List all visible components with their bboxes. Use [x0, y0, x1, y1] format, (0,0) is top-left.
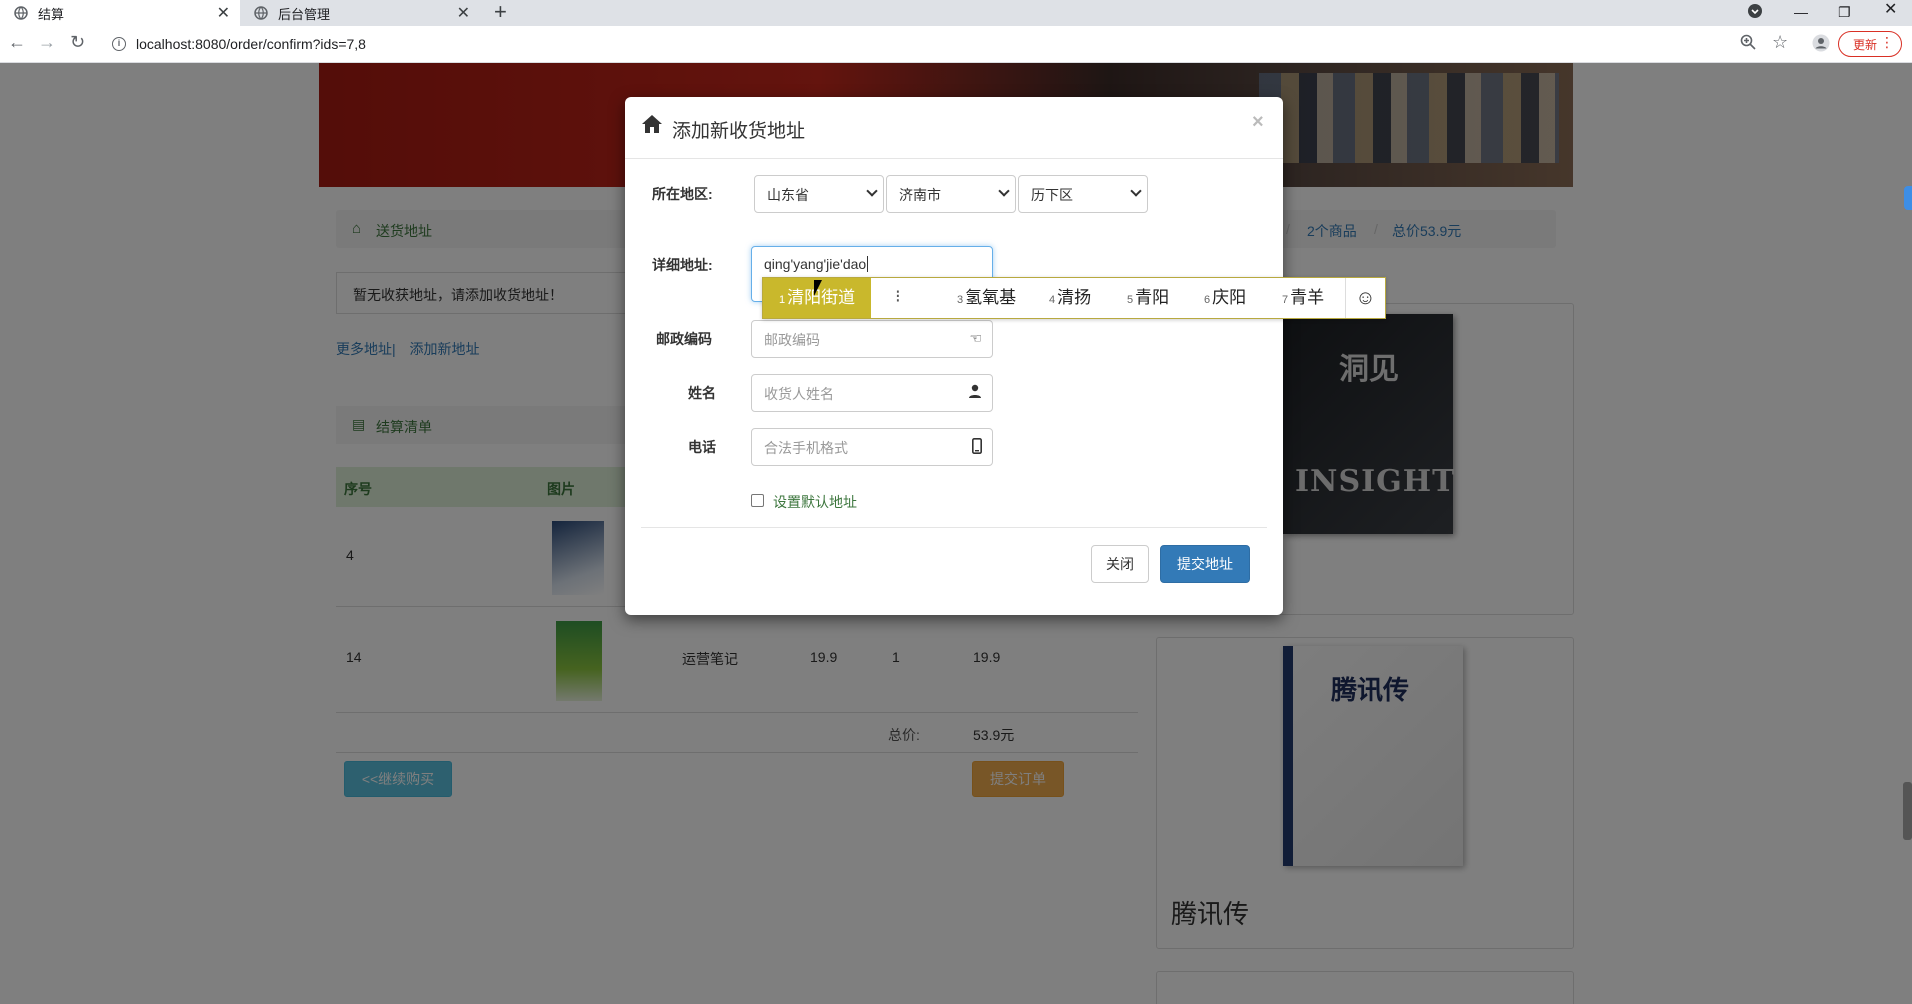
name-input[interactable]: 收货人姓名 [751, 374, 993, 412]
loading-spinner-icon: ⁝ [895, 286, 901, 306]
zip-input[interactable]: 邮政编码 ☜ [751, 320, 993, 358]
candidate-index: 5 [1127, 294, 1134, 306]
ime-candidate-4[interactable]: 4 清扬 [1049, 278, 1091, 318]
window-close-icon[interactable]: ✕ [1884, 2, 1897, 28]
home-icon [641, 114, 663, 140]
update-button[interactable]: 更新 ⋮ [1838, 31, 1902, 57]
region-label: 所在地区: [652, 186, 713, 202]
ime-candidate-6[interactable]: 6 庆阳 [1204, 278, 1246, 318]
site-info-icon[interactable]: i [112, 37, 126, 51]
province-select[interactable]: 山东省 [754, 175, 884, 213]
back-icon[interactable]: ← [8, 32, 26, 53]
url-omnibox[interactable]: i localhost:8080/order/confirm?ids=7,8 [104, 29, 1764, 59]
address-bar: ← → ↻ i localhost:8080/order/confirm?ids… [0, 26, 1912, 63]
user-icon [968, 384, 982, 401]
candidate-index: 1 [779, 294, 786, 306]
candidate-text: 氢氧基 [965, 288, 1017, 307]
phone-placeholder: 合法手机格式 [764, 440, 848, 456]
phone-label: 电话 [688, 439, 716, 455]
default-address-label[interactable]: 设置默认地址 [773, 492, 857, 512]
modal-footer-divider [641, 527, 1267, 528]
detail-address-label: 详细地址: [652, 257, 713, 273]
tab-title: 结算 [38, 6, 65, 22]
ime-candidate-7[interactable]: 7 青羊 [1282, 278, 1324, 318]
text-caret [867, 256, 869, 272]
name-placeholder: 收货人姓名 [764, 386, 834, 402]
modal-header: 添加新收货地址 × [625, 97, 1283, 159]
globe-icon [14, 6, 28, 20]
modal-title: 添加新收货地址 [672, 121, 806, 142]
candidate-text: 青羊 [1290, 288, 1325, 307]
new-tab-icon[interactable]: + [494, 0, 507, 24]
scrollbar-thumb[interactable] [1903, 782, 1912, 840]
district-select[interactable]: 历下区 [1018, 175, 1148, 213]
mobile-phone-icon [972, 438, 982, 457]
bookmark-star-icon[interactable]: ☆ [1772, 32, 1788, 53]
tab-checkout[interactable]: 结算 ✕ [0, 0, 240, 26]
side-widget-tab[interactable] [1904, 186, 1912, 210]
tab-close-icon[interactable]: ✕ [217, 3, 230, 23]
emoji-icon[interactable]: ☺ [1345, 278, 1385, 318]
zip-label: 邮政编码 [656, 331, 712, 347]
zip-placeholder: 邮政编码 [764, 332, 820, 348]
district-value: 历下区 [1031, 187, 1073, 203]
city-value: 济南市 [899, 187, 941, 203]
province-value: 山东省 [767, 187, 809, 203]
candidate-index: 6 [1204, 294, 1211, 306]
city-select[interactable]: 济南市 [886, 175, 1016, 213]
tab-admin[interactable]: 后台管理 ✕ [240, 0, 480, 26]
detail-address-value: qing'yang'jie'dao [764, 256, 867, 272]
modal-close-icon[interactable]: × [1252, 111, 1264, 134]
close-button[interactable]: 关闭 [1091, 545, 1149, 583]
forward-icon[interactable]: → [38, 32, 56, 53]
add-address-modal: 添加新收货地址 × 所在地区: 山东省 济南市 历下区 详细地址: qing'y… [625, 97, 1283, 615]
ime-candidate-bar: 1 清阳街道 ⁝ 3 氢氧基 4 清扬 5 青阳 6 庆阳 7 青羊 ☺ [762, 277, 1386, 319]
profile-icon[interactable] [1812, 34, 1830, 57]
url-text: localhost:8080/order/confirm?ids=7,8 [136, 36, 366, 52]
submit-address-button[interactable]: 提交地址 [1160, 545, 1250, 583]
update-label: 更新 [1853, 37, 1878, 52]
candidate-text: 青阳 [1135, 288, 1170, 307]
hand-pointer-icon: ☜ [969, 330, 982, 346]
reload-icon[interactable]: ↻ [70, 32, 85, 53]
zoom-icon[interactable] [1740, 34, 1756, 55]
candidate-index: 4 [1049, 294, 1056, 306]
name-label: 姓名 [688, 385, 716, 401]
default-address-checkbox[interactable] [751, 494, 764, 507]
tab-title: 后台管理 [278, 6, 331, 22]
ime-candidate-3[interactable]: 3 氢氧基 [957, 278, 1016, 318]
chevron-down-icon [866, 185, 878, 197]
candidate-index: 7 [1282, 294, 1289, 306]
candidate-index: 3 [957, 294, 964, 306]
candidate-text: 清扬 [1057, 288, 1092, 307]
browser-tab-strip: 结算 ✕ 后台管理 ✕ + — ❐ ✕ [0, 0, 1912, 26]
mouse-cursor-icon [814, 280, 822, 296]
globe-icon [254, 6, 268, 20]
menu-dots-icon: ⋮ [1880, 34, 1894, 50]
chevron-down-icon [998, 185, 1010, 197]
tab-close-icon[interactable]: ✕ [457, 3, 470, 23]
phone-input[interactable]: 合法手机格式 [751, 428, 993, 466]
candidate-text: 庆阳 [1212, 288, 1247, 307]
ime-candidate-5[interactable]: 5 青阳 [1127, 278, 1169, 318]
chevron-down-icon [1130, 185, 1142, 197]
